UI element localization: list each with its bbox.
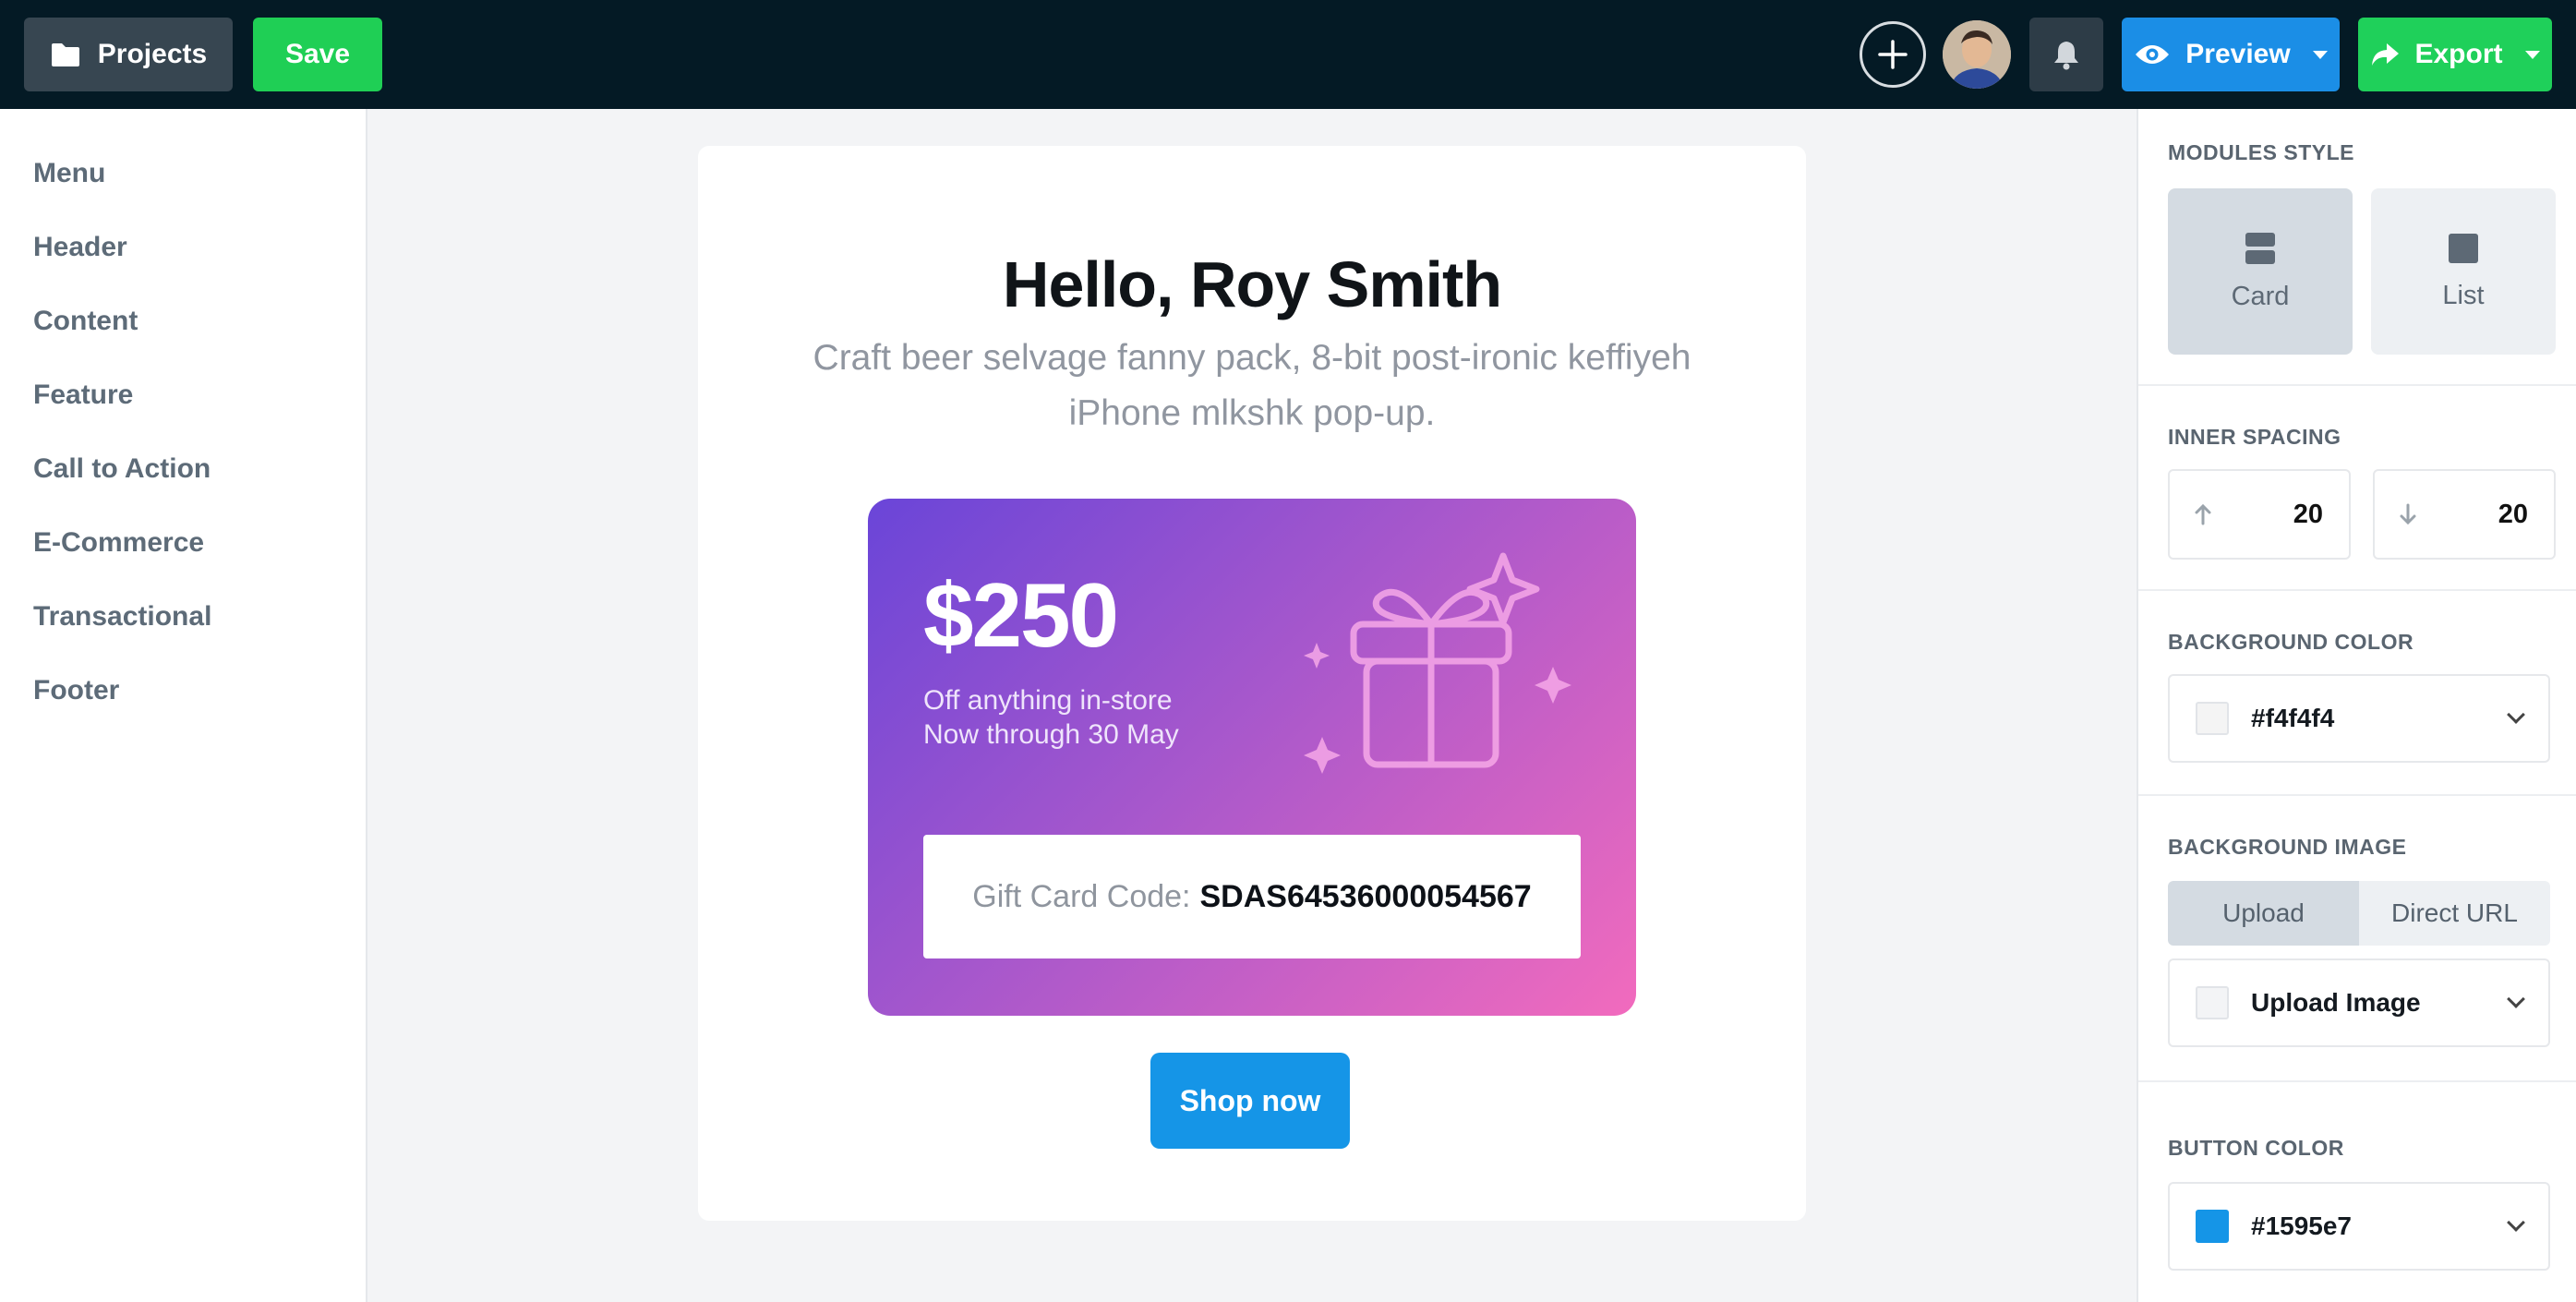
modules-style-section: MODULES STYLE Card List	[2138, 109, 2576, 386]
lead-paragraph: Craft beer selvage fanny pack, 8-bit pos…	[813, 338, 1691, 433]
export-label: Export	[2414, 39, 2503, 69]
notifications-button[interactable]	[2029, 18, 2103, 91]
offer-line-2: Now through 30 May	[923, 719, 1179, 750]
share-arrow-icon	[2372, 43, 2400, 66]
background-image-title: BACKGROUND IMAGE	[2168, 835, 2407, 859]
background-color-swatch	[2196, 702, 2229, 735]
upload-image-label: Upload Image	[2251, 988, 2421, 1017]
save-button[interactable]: Save	[253, 18, 382, 91]
plus-icon	[1878, 40, 1908, 69]
button-color-select[interactable]: #1595e7	[2168, 1182, 2550, 1271]
preview-label: Preview	[2185, 39, 2291, 69]
shop-now-button[interactable]: Shop now	[1150, 1053, 1350, 1149]
spacing-bottom-input[interactable]: 20	[2373, 469, 2556, 560]
style-option-card-label: Card	[2231, 281, 2290, 311]
top-toolbar: Projects Save Preview Export	[0, 0, 2576, 109]
background-color-title: BACKGROUND COLOR	[2168, 630, 2414, 654]
card-layout-icon	[2245, 232, 2275, 264]
email-module-card[interactable]: Hello, Roy Smith Craft beer selvage fann…	[698, 146, 1806, 1221]
background-color-select[interactable]: #f4f4f4	[2168, 674, 2550, 763]
gift-code-label: Gift Card Code:	[972, 878, 1191, 914]
spacing-bottom-value: 20	[2498, 499, 2528, 529]
sidebar-item-footer[interactable]: Footer	[0, 654, 366, 728]
modules-style-title: MODULES STYLE	[2168, 140, 2355, 164]
preview-button[interactable]: Preview	[2122, 18, 2340, 91]
button-color-swatch	[2196, 1210, 2229, 1243]
sidebar-item-content[interactable]: Content	[0, 284, 366, 358]
avatar[interactable]	[1943, 20, 2011, 89]
chevron-down-icon	[2507, 705, 2525, 724]
tab-direct-url[interactable]: Direct URL	[2359, 881, 2550, 946]
background-image-tabs: Upload Direct URL	[2168, 881, 2550, 946]
chevron-down-icon	[2507, 1213, 2525, 1232]
user-photo-icon	[1943, 20, 2011, 89]
sidebar-item-feature[interactable]: Feature	[0, 358, 366, 432]
gift-amount: $250	[923, 564, 1119, 666]
chevron-down-icon	[2524, 50, 2540, 59]
greeting-heading: Hello, Roy Smith	[1002, 248, 1502, 320]
folder-icon	[51, 43, 79, 66]
inner-spacing-title: INNER SPACING	[2168, 425, 2341, 449]
sidebar-item-e-commerce[interactable]: E-Commerce	[0, 506, 366, 580]
background-image-section: BACKGROUND IMAGE Upload Direct URL Uploa…	[2138, 796, 2576, 1082]
sidebar-item-header[interactable]: Header	[0, 211, 366, 284]
export-button[interactable]: Export	[2358, 18, 2552, 91]
arrow-down-icon	[2400, 503, 2416, 525]
list-layout-icon	[2449, 233, 2478, 263]
style-option-list-label: List	[2442, 280, 2485, 310]
style-option-card[interactable]: Card	[2168, 188, 2353, 355]
gift-box-icon	[1304, 552, 1571, 774]
image-placeholder-swatch	[2196, 986, 2229, 1019]
button-color-title: BUTTON COLOR	[2168, 1136, 2344, 1160]
gift-code-value: SDAS64536000054567	[1199, 878, 1532, 914]
projects-button[interactable]: Projects	[24, 18, 233, 91]
offer-line-1: Off anything in-store	[923, 685, 1173, 716]
spacing-top-value: 20	[2293, 499, 2323, 529]
sidebar-item-menu[interactable]: Menu	[0, 137, 366, 211]
button-color-section: BUTTON COLOR #1595e7	[2138, 1082, 2576, 1302]
bell-icon	[2054, 42, 2078, 70]
style-panel: MODULES STYLE Card List INNER SPACING 20…	[2137, 109, 2576, 1302]
tab-upload[interactable]: Upload	[2168, 881, 2359, 946]
background-color-value: #f4f4f4	[2251, 704, 2335, 732]
projects-label: Projects	[97, 39, 208, 69]
chevron-down-icon	[2312, 50, 2328, 59]
style-option-list[interactable]: List	[2371, 188, 2556, 355]
spacing-top-input[interactable]: 20	[2168, 469, 2351, 560]
gift-code-box: Gift Card Code: SDAS64536000054567	[923, 835, 1581, 958]
editor-canvas: Hello, Roy Smith Craft beer selvage fann…	[367, 109, 2137, 1302]
upload-image-select[interactable]: Upload Image	[2168, 958, 2550, 1047]
eye-icon	[2136, 45, 2170, 64]
background-color-section: BACKGROUND COLOR #f4f4f4	[2138, 591, 2576, 796]
blocks-sidebar: Menu Header Content Feature Call to Acti…	[0, 109, 367, 1302]
button-color-value: #1595e7	[2251, 1212, 2353, 1240]
add-button[interactable]	[1860, 21, 1926, 88]
sidebar-item-call-to-action[interactable]: Call to Action	[0, 432, 366, 506]
inner-spacing-section: INNER SPACING 20 20	[2138, 386, 2576, 591]
gift-card-banner: $250 Off anything in-store Now through 3…	[868, 499, 1636, 1016]
sidebar-item-transactional[interactable]: Transactional	[0, 580, 366, 654]
arrow-up-icon	[2195, 503, 2211, 525]
chevron-down-icon	[2507, 990, 2525, 1008]
offer-text: Off anything in-store Now through 30 May	[923, 683, 1179, 752]
